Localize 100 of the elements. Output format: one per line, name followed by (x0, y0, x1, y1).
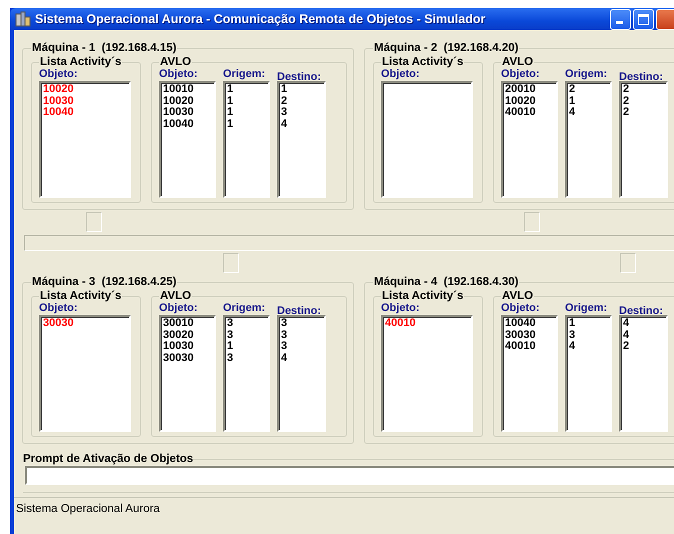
group-title: AVLO (501, 56, 534, 68)
list-item[interactable]: 10040 (163, 118, 212, 130)
status-text: Sistema Operacional Aurora (16, 503, 160, 515)
list-item[interactable]: 40010 (385, 318, 469, 330)
list-item[interactable]: 30030 (43, 318, 127, 330)
maximize-button[interactable] (633, 8, 654, 30)
group-title: Lista Activity´s (381, 290, 464, 302)
building-icon (15, 11, 31, 27)
list-item[interactable]: 10030 (163, 341, 212, 352)
list-item[interactable]: 10040 (505, 318, 554, 330)
list-item[interactable]: 10030 (163, 107, 212, 118)
list-item[interactable]: 2 (623, 341, 664, 352)
list-item[interactable]: 40010 (505, 341, 554, 352)
window-title: Sistema Operacional Aurora - Comunicação Remota de Objetos - Simulador (35, 12, 486, 26)
list-item[interactable]: 1 (227, 118, 266, 130)
list-item[interactable]: 4 (281, 352, 322, 364)
list-item[interactable]: 4 (623, 318, 664, 330)
avlo-list[interactable]: 4 4 2 (619, 315, 668, 432)
group-title: AVLO (501, 290, 534, 302)
list-item[interactable]: 4 (569, 341, 608, 352)
column-header: Objeto: (159, 302, 198, 315)
activity-list[interactable]: 10020 10030 10040 (39, 81, 131, 198)
list-item[interactable]: 3 (281, 330, 322, 341)
activity-list[interactable]: 30030 (39, 315, 131, 432)
machine-title: Máquina - 2 (192.168.4.20) (373, 42, 520, 54)
avlo-list[interactable]: 20010 10020 40010 (501, 81, 558, 198)
activity-list[interactable] (381, 81, 473, 198)
column-header: Objeto: (39, 302, 78, 315)
list-item[interactable]: 3 (227, 318, 266, 330)
activity-list[interactable]: 40010 (381, 315, 473, 432)
avlo-list[interactable]: 1 1 1 1 (223, 81, 270, 198)
list-item[interactable]: 1 (569, 318, 608, 330)
column-header: Objeto: (381, 68, 420, 81)
list-item[interactable]: 2 (569, 84, 608, 96)
list-item[interactable]: 1 (227, 84, 266, 96)
list-item[interactable]: 20010 (505, 84, 554, 96)
list-item[interactable]: 1 (227, 107, 266, 118)
group-title: Lista Activity´s (39, 56, 122, 68)
list-item[interactable]: 30020 (163, 330, 212, 341)
list-item[interactable]: 3 (281, 318, 322, 330)
splitter-handle[interactable] (524, 212, 540, 232)
column-header: Objeto: (501, 68, 540, 81)
avlo-list[interactable]: 2 2 2 (619, 81, 668, 198)
close-button[interactable] (656, 8, 674, 30)
list-item[interactable]: 10020 (43, 84, 127, 96)
group-title: Lista Activity´s (39, 290, 122, 302)
avlo-list[interactable]: 10040 30030 40010 (501, 315, 558, 432)
list-item[interactable]: 3 (227, 330, 266, 341)
list-item[interactable]: 2 (281, 96, 322, 107)
list-item[interactable]: 3 (227, 352, 266, 364)
avlo-list[interactable]: 10010 10020 10030 10040 (159, 81, 216, 198)
column-header: Destino: (619, 305, 664, 318)
prompt-field[interactable] (25, 466, 674, 485)
column-header: Objeto: (39, 68, 78, 81)
prompt-label: Prompt de Ativação de Objetos (23, 453, 194, 465)
group-title: Lista Activity´s (381, 56, 464, 68)
list-item[interactable]: 40010 (505, 107, 554, 118)
splitter-handle[interactable] (620, 253, 636, 273)
list-item[interactable]: 10020 (505, 96, 554, 107)
list-item[interactable]: 10040 (43, 107, 127, 118)
list-item[interactable]: 10020 (163, 96, 212, 107)
avlo-list[interactable]: 3 3 1 3 (223, 315, 270, 432)
group-title: AVLO (159, 56, 192, 68)
avlo-list[interactable]: 3 3 3 4 (277, 315, 326, 432)
group-title: AVLO (159, 290, 192, 302)
column-header: Destino: (277, 305, 322, 318)
list-item[interactable]: 1 (281, 84, 322, 96)
column-header: Objeto: (381, 302, 420, 315)
splitter-handle[interactable] (223, 253, 239, 273)
column-header: Origem: (565, 302, 608, 315)
list-item[interactable]: 2 (623, 96, 664, 107)
avlo-list[interactable]: 1 2 3 4 (277, 81, 326, 198)
list-item[interactable]: 10010 (163, 84, 212, 96)
list-item[interactable]: 2 (623, 107, 664, 118)
list-item[interactable]: 10030 (43, 96, 127, 107)
list-item[interactable]: 3 (281, 341, 322, 352)
column-header: Origem: (565, 68, 608, 81)
list-item[interactable]: 30030 (505, 330, 554, 341)
list-item[interactable]: 30010 (163, 318, 212, 330)
avlo-list[interactable]: 1 3 4 (565, 315, 612, 432)
list-item[interactable]: 4 (281, 118, 322, 130)
list-item[interactable]: 1 (227, 341, 266, 352)
splitter-handle[interactable] (86, 212, 102, 232)
column-header: Origem: (223, 68, 266, 81)
list-item[interactable]: 4 (623, 330, 664, 341)
column-header: Destino: (619, 71, 664, 84)
avlo-list[interactable]: 30010 30020 10030 30030 (159, 315, 216, 432)
minimize-button[interactable] (610, 8, 631, 30)
list-item[interactable]: 2 (623, 84, 664, 96)
column-header: Origem: (223, 302, 266, 315)
list-item[interactable]: 1 (569, 96, 608, 107)
machine-title: Máquina - 1 (192.168.4.15) (31, 42, 178, 54)
list-item[interactable]: 3 (281, 107, 322, 118)
list-item[interactable]: 30030 (163, 352, 212, 364)
column-header: Objeto: (501, 302, 540, 315)
list-item[interactable]: 3 (569, 330, 608, 341)
list-item[interactable]: 4 (569, 107, 608, 118)
machine-title: Máquina - 4 (192.168.4.30) (373, 276, 520, 288)
list-item[interactable]: 1 (227, 96, 266, 107)
avlo-list[interactable]: 2 1 4 (565, 81, 612, 198)
